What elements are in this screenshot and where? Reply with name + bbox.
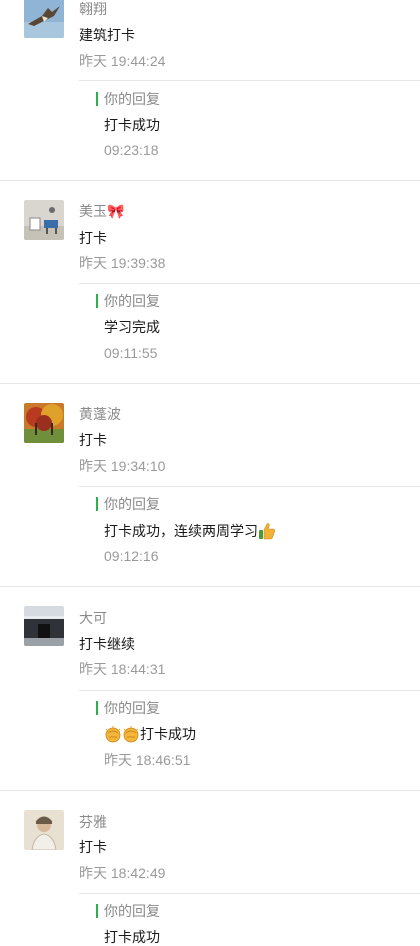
comment-text: 打卡 — [79, 230, 107, 246]
reply-time: 09:12:16 — [104, 548, 159, 564]
commenter-name[interactable]: 大可 — [79, 609, 107, 627]
reply-label-text: 你的回复 — [104, 496, 160, 512]
autumn-tree-avatar[interactable] — [24, 403, 64, 443]
person-avatar[interactable] — [24, 810, 64, 850]
reply-text: 打卡成功 — [104, 725, 196, 743]
comment-text: 建筑打卡 — [79, 27, 135, 43]
comment-text: 打卡 — [79, 432, 107, 448]
comment-time: 昨天 19:34:10 — [79, 458, 166, 474]
divider — [79, 486, 420, 487]
reply-label: 你的回复 — [96, 90, 160, 108]
thumbs-up-icon — [258, 522, 276, 540]
reply-label-text: 你的回复 — [104, 903, 160, 919]
commenter-name[interactable]: 黄蓬波 — [79, 405, 121, 423]
divider — [0, 180, 420, 181]
building-avatar[interactable] — [24, 606, 64, 646]
reply-label: 你的回复 — [96, 292, 160, 310]
divider — [0, 586, 420, 587]
reply-time: 昨天 18:46:51 — [104, 752, 191, 768]
comment-feed: 翱翔 建筑打卡 昨天 19:44:24 你的回复 打卡成功 09:23:18 美… — [0, 0, 420, 946]
reply-label-text: 你的回复 — [104, 700, 160, 716]
divider — [79, 893, 420, 894]
reply-text: 学习完成 — [104, 319, 160, 335]
comment-time: 昨天 19:39:38 — [79, 255, 166, 271]
hawk-avatar[interactable] — [24, 0, 64, 38]
reply-text: 打卡成功 — [104, 117, 160, 133]
reply-accent-bar — [96, 701, 98, 715]
comment-time: 昨天 19:44:24 — [79, 53, 166, 69]
reply-label-text: 你的回复 — [104, 91, 160, 107]
reply-label-text: 你的回复 — [104, 293, 160, 309]
comment-text: 打卡继续 — [79, 636, 135, 652]
reply-accent-bar — [96, 497, 98, 511]
comment-text: 打卡 — [79, 839, 107, 855]
commenter-name[interactable]: 芬雅 — [79, 813, 107, 831]
commenter-name[interactable]: 美玉🎀 — [79, 202, 124, 220]
divider — [79, 80, 420, 81]
reply-text: 打卡成功 — [104, 929, 160, 945]
reply-text-content: 打卡成功 — [140, 726, 196, 742]
reply-accent-bar — [96, 904, 98, 918]
reply-label: 你的回复 — [96, 699, 160, 717]
reply-label: 你的回复 — [96, 902, 160, 920]
reply-label: 你的回复 — [96, 495, 160, 513]
divider — [0, 383, 420, 384]
room-avatar[interactable] — [24, 200, 64, 240]
fist-icon — [122, 725, 140, 743]
divider — [79, 690, 420, 691]
commenter-name[interactable]: 翱翔 — [79, 0, 107, 18]
reply-accent-bar — [96, 92, 98, 106]
comment-time: 昨天 18:42:49 — [79, 865, 166, 881]
reply-time: 09:11:55 — [104, 345, 158, 361]
fist-icon — [104, 725, 122, 743]
reply-accent-bar — [96, 294, 98, 308]
reply-text-content: 打卡成功，连续两周学习 — [104, 523, 258, 539]
divider — [79, 283, 420, 284]
comment-time: 昨天 18:44:31 — [79, 661, 166, 677]
reply-text: 打卡成功，连续两周学习 — [104, 522, 276, 540]
divider — [0, 790, 420, 791]
reply-time: 09:23:18 — [104, 142, 159, 158]
